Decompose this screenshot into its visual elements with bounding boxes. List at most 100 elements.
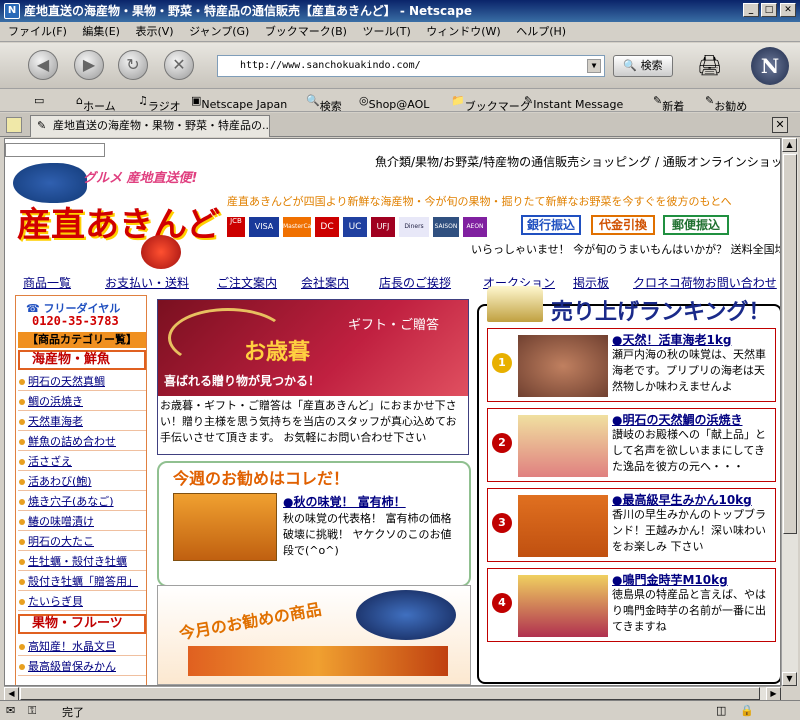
sidebar-item[interactable]: 明石の大たこ xyxy=(18,533,146,551)
hscroll-thumb[interactable] xyxy=(20,687,760,700)
home-link[interactable]: ⌂ ホーム xyxy=(76,94,116,113)
ranking-item[interactable]: 1 ●天然！活車海老1kg 瀬戸内海の秋の味覚は、天然車海老です。プリプリの海老… xyxy=(487,328,776,402)
menu-go[interactable]: ジャンプ(G) xyxy=(189,22,249,42)
vertical-scrollbar[interactable]: ▲ ▼ xyxy=(781,138,798,686)
sidebar-item[interactable]: 活さざえ xyxy=(18,453,146,471)
free-dial-number: 0120-35-3783 xyxy=(32,314,119,328)
radio-link[interactable]: ♫ ラジオ xyxy=(138,94,181,113)
scroll-up-icon[interactable]: ▲ xyxy=(782,138,797,152)
scroll-thumb[interactable] xyxy=(783,154,797,534)
status-bar: ✉ ⚿ 完了 ◫ 🔒 xyxy=(0,700,800,720)
nav-product-list[interactable]: 商品一覧 xyxy=(23,274,71,291)
sidebar-item[interactable]: 明石の天然真鯛 xyxy=(18,373,146,391)
minimize-button[interactable]: _ xyxy=(743,3,759,17)
intro-text: 産直あきんどが四国より新鮮な海産物・今が旬の果物・掘りたて新鮮なお野菜を今すぐを… xyxy=(227,195,732,208)
cod-badge: 代金引換 xyxy=(591,215,655,235)
menu-file[interactable]: ファイル(F) xyxy=(8,22,67,42)
tab-bar: ✎ 産地直送の海産物・果物・野菜・特産品の... ✕ xyxy=(0,113,800,137)
title-bar: N 産地直送の海産物・果物・野菜・特産品の通信販売【産直あきんど】 - Nets… xyxy=(0,0,800,22)
scroll-down-icon[interactable]: ▼ xyxy=(782,672,797,686)
personal-toolbar: ▭ ⌂ ホーム ♫ ラジオ ▣ Netscape Japan 🔍 検索 ◎ Shop… xyxy=(0,90,800,113)
sidebar-item[interactable]: 天然車海老 xyxy=(18,413,146,431)
bookmarks-folder[interactable]: 📁 ブックマーク xyxy=(451,94,531,113)
shinchaku-link[interactable]: ✎ 新着 xyxy=(653,94,684,113)
sidebar-item[interactable]: たいらぎ貝 xyxy=(18,593,146,611)
lock-icon: 🔒 xyxy=(740,704,754,717)
weekly-item-link[interactable]: ●秋の味覚！ 富有柿！ xyxy=(283,493,406,510)
netscape-logo[interactable]: N xyxy=(751,47,789,85)
search-link[interactable]: 🔍 検索 xyxy=(306,94,342,113)
instant-message-link[interactable]: ✎ Instant Message xyxy=(524,94,623,111)
header-tagline: 魚介類/果物/お野菜/特産物の通信販売ショッピング / 通販オンラインショップ xyxy=(375,155,781,169)
close-button[interactable]: ✕ xyxy=(780,3,796,17)
url-dropdown-icon[interactable]: ▼ xyxy=(587,59,601,73)
persimmon-image[interactable] xyxy=(173,493,277,561)
scroll-right-icon[interactable]: ▶ xyxy=(766,687,781,701)
close-tab-button[interactable]: ✕ xyxy=(772,117,788,133)
maximize-button[interactable]: □ xyxy=(761,3,777,17)
sweet-potato-image xyxy=(518,575,608,637)
sidebar-item[interactable]: 殻付き牡蠣「贈答用」 xyxy=(18,573,146,591)
autumn-leaves-image xyxy=(188,646,448,676)
sidebar-item[interactable]: 生牡蠣・殻付き牡蠣 xyxy=(18,553,146,571)
menu-view[interactable]: 表示(V) xyxy=(135,22,173,42)
sidebar-item[interactable]: 活あわび(鮑) xyxy=(18,473,146,491)
category-fruit[interactable]: 果物・フルーツ xyxy=(18,614,146,634)
connection-icon: ✉ xyxy=(6,704,16,717)
menu-bookmarks[interactable]: ブックマーク(B) xyxy=(265,22,347,42)
mastercard-icon: MasterCard xyxy=(283,217,311,237)
print-icon[interactable]: 🖨 xyxy=(697,53,723,79)
saison-card-icon: SAISON xyxy=(433,217,459,237)
netscape-japan-link[interactable]: ▣ Netscape Japan xyxy=(191,94,287,111)
dc-card-icon: DC xyxy=(315,217,339,237)
nav-order-guide[interactable]: ご注文案内 xyxy=(217,274,277,291)
ranking-item[interactable]: 2 ●明石の天然鯛の浜焼き 讃岐のお殿様への「献上品」として名声を欲しいままにし… xyxy=(487,408,776,482)
search-button[interactable]: 🔍 検索 xyxy=(613,55,673,77)
oseibo-banner[interactable]: お歳暮 ギフト・ご贈答 喜ばれる贈り物が見つかる！ xyxy=(158,300,468,396)
fruit-icon xyxy=(141,235,181,269)
nav-greeting[interactable]: 店長のご挨拶 xyxy=(379,274,451,291)
tab-favicon-icon: ✎ xyxy=(37,119,47,132)
weekly-item-text: 秋の味覚の代表格！ 富有柿の価格破壊に挑戦！ ヤケクソのこのお値段で(^o^) xyxy=(283,512,452,557)
menu-help[interactable]: ヘルプ(H) xyxy=(516,22,566,42)
osusume-link[interactable]: ✎ お勧め xyxy=(705,94,747,113)
browser-tab[interactable]: ✎ 産地直送の海産物・果物・野菜・特産品の... xyxy=(30,115,270,137)
security-icon: ⚿ xyxy=(28,704,37,717)
sidebar-item[interactable]: 鮮魚の詰め合わせ xyxy=(18,433,146,451)
crown-icon xyxy=(487,286,543,322)
menu-edit[interactable]: 編集(E) xyxy=(82,22,120,42)
scroll-left-icon[interactable]: ◀ xyxy=(4,687,19,701)
sidebar-item[interactable]: 高知産！水晶文旦 xyxy=(18,638,146,656)
back-button[interactable]: ◀ xyxy=(28,50,58,80)
site-logo[interactable]: グルメ 産地直送便! 産直あきんど xyxy=(13,163,220,269)
nav-kuroneko[interactable]: クロネコ荷物お問い合わせ xyxy=(633,274,777,291)
sidebar-item[interactable]: 焼き穴子(あなご) xyxy=(18,493,146,511)
horizontal-scrollbar[interactable]: ◀ ▶ xyxy=(4,686,781,701)
menu-window[interactable]: ウィンドウ(W) xyxy=(426,22,500,42)
ranking-item[interactable]: 4 ●鳴門金時芋M10kg 徳島県の特産品と言えば、やはり鳴門金時芋の名前が一番… xyxy=(487,568,776,642)
sidebar-item[interactable]: 最高級曽保みかん xyxy=(18,658,146,676)
sidebar-item[interactable]: 鰆の味噌漬け xyxy=(18,513,146,531)
ranking-item[interactable]: 3 ●最高級早生みかん10kg 香川の早生みかんのトップブランド！王越みかん！深… xyxy=(487,488,776,562)
url-text: http://www.sanchokuakindo.com/ xyxy=(240,60,421,71)
sidebar-item[interactable]: 鯛の浜焼き xyxy=(18,393,146,411)
nav-company[interactable]: 会社案内 xyxy=(301,274,349,291)
stop-button[interactable]: ✕ xyxy=(164,50,194,80)
postal-transfer-badge: 郵便振込 xyxy=(663,215,729,235)
reload-button[interactable]: ↻ xyxy=(118,50,148,80)
offline-icon[interactable]: ◫ xyxy=(716,704,726,717)
monthly-banner[interactable]: 今月のお勧めの商品 xyxy=(157,585,471,685)
nav-payment[interactable]: お支払い・送料 xyxy=(105,274,189,291)
category-seafood[interactable]: 海産物・鮮魚 xyxy=(18,350,146,370)
oseibo-section: お歳暮 ギフト・ご贈答 喜ばれる贈り物が見つかる！ お歳暮・ギフト・ご贈答は「産… xyxy=(157,299,469,455)
menu-tools[interactable]: ツール(T) xyxy=(362,22,410,42)
netscape-app-icon: N xyxy=(4,3,20,19)
nav-bbs[interactable]: 掲示板 xyxy=(573,274,609,291)
aeon-card-icon: AEON xyxy=(463,217,487,237)
url-field[interactable]: http://www.sanchokuakindo.com/ ▼ xyxy=(217,55,605,77)
tab-icon[interactable]: ▭ xyxy=(34,94,44,107)
forward-button[interactable]: ▶ xyxy=(74,50,104,80)
shop-aol-link[interactable]: ◎ Shop@AOL xyxy=(359,94,429,111)
web-page: 魚介類/果物/お野菜/特産物の通信販売ショッピング / 通販オンラインショップ … xyxy=(4,138,781,686)
new-tab-icon[interactable] xyxy=(6,117,22,133)
